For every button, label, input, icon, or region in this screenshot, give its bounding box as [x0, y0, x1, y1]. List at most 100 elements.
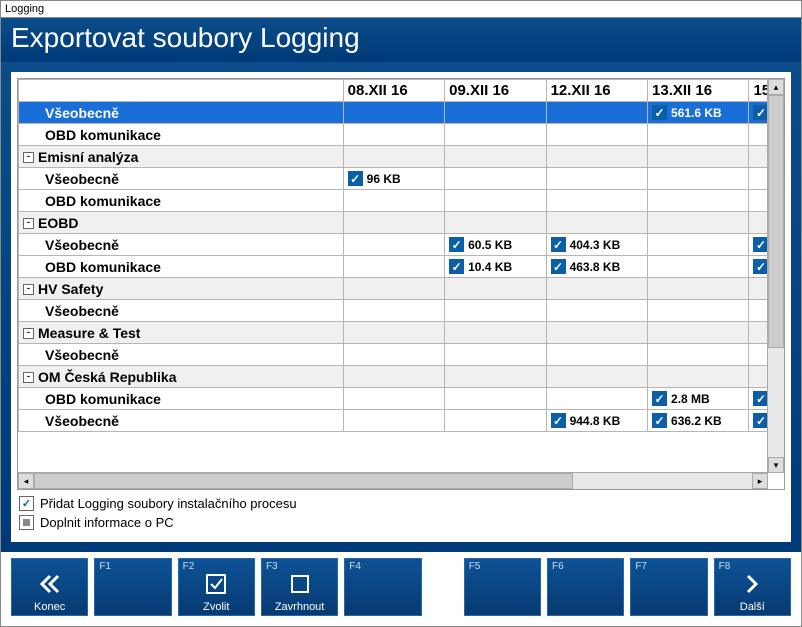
grid-cell[interactable]: ✓2.8 MB [648, 388, 749, 410]
tree-cell[interactable]: Všeobecně [19, 344, 344, 366]
grid-cell[interactable] [445, 102, 546, 124]
check-icon[interactable]: ✓ [652, 391, 667, 406]
grid-cell[interactable] [343, 212, 444, 234]
grid-cell[interactable] [648, 212, 749, 234]
grid-cell[interactable] [445, 278, 546, 300]
grid-cell[interactable] [343, 124, 444, 146]
f6-button[interactable]: F6 [547, 558, 624, 616]
vscroll-track[interactable] [768, 95, 784, 457]
grid-cell[interactable] [343, 322, 444, 344]
collapse-icon[interactable]: - [23, 218, 34, 229]
tree-cell[interactable]: -Measure & Test [19, 322, 344, 344]
table-row[interactable]: Všeobecně [19, 300, 784, 322]
grid-cell[interactable] [546, 388, 647, 410]
tree-cell[interactable]: OBD komunikace [19, 124, 344, 146]
tree-cell[interactable]: Všeobecně [19, 168, 344, 190]
check-icon[interactable]: ✓ [449, 259, 464, 274]
table-row[interactable]: -Emisní analýza [19, 146, 784, 168]
tree-cell[interactable]: -HV Safety [19, 278, 344, 300]
grid-cell[interactable] [445, 124, 546, 146]
grid-cell[interactable] [343, 146, 444, 168]
grid-cell[interactable]: ✓636.2 KB [648, 410, 749, 432]
grid-cell[interactable] [546, 344, 647, 366]
scroll-up-button[interactable]: ▴ [768, 79, 784, 95]
f4-button[interactable]: F4 [344, 558, 421, 616]
col-header-name[interactable] [19, 80, 344, 102]
table-row[interactable]: OBD komunikace [19, 124, 784, 146]
grid-cell[interactable] [343, 278, 444, 300]
grid-cell[interactable] [445, 212, 546, 234]
grid-cell[interactable] [445, 168, 546, 190]
grid-cell[interactable] [648, 322, 749, 344]
collapse-icon[interactable]: - [23, 372, 34, 383]
table-row[interactable]: Všeobecně ✓944.8 KB✓636.2 KB ✓ [19, 410, 784, 432]
table-row[interactable]: OBD komunikace✓10.4 KB✓463.8 KB✓ [19, 256, 784, 278]
grid-cell[interactable] [343, 388, 444, 410]
grid-cell[interactable] [343, 344, 444, 366]
table-row[interactable]: -Measure & Test [19, 322, 784, 344]
tree-cell[interactable]: Všeobecně [19, 410, 344, 432]
grid-cell[interactable] [648, 146, 749, 168]
grid-cell[interactable] [648, 278, 749, 300]
grid-cell[interactable] [648, 344, 749, 366]
tree-cell[interactable]: -Emisní analýza [19, 146, 344, 168]
grid-cell[interactable] [546, 102, 647, 124]
grid-cell[interactable] [445, 322, 546, 344]
grid-cell[interactable] [546, 212, 647, 234]
konec-button[interactable]: Konec [11, 558, 88, 616]
grid-cell[interactable] [343, 190, 444, 212]
scroll-down-button[interactable]: ▾ [768, 457, 784, 473]
checkbox-icon[interactable] [19, 496, 34, 511]
table-row[interactable]: Všeobecně✓561.6 KB✓ [19, 102, 784, 124]
table-row[interactable]: -OM Česká Republika [19, 366, 784, 388]
grid-cell[interactable] [445, 190, 546, 212]
check-icon[interactable]: ✓ [551, 237, 566, 252]
vscroll-thumb[interactable] [768, 95, 784, 348]
grid-cell[interactable] [445, 300, 546, 322]
grid-cell[interactable] [546, 322, 647, 344]
hscroll-track[interactable] [34, 473, 752, 489]
grid-cell[interactable] [546, 168, 647, 190]
f1-button[interactable]: F1 [94, 558, 171, 616]
f8-dalsi-button[interactable]: F8 Další [714, 558, 791, 616]
grid-cell[interactable] [546, 300, 647, 322]
grid-cell[interactable] [343, 300, 444, 322]
f2-zvolit-button[interactable]: F2 Zvolit [178, 558, 255, 616]
grid-cell[interactable] [343, 234, 444, 256]
tree-cell[interactable]: -EOBD [19, 212, 344, 234]
option-add-install-logs[interactable]: Přidat Logging soubory instalačního proc… [19, 496, 783, 511]
grid-cell[interactable] [546, 190, 647, 212]
grid-cell[interactable] [546, 124, 647, 146]
tree-cell[interactable]: Všeobecně [19, 300, 344, 322]
col-header-date[interactable]: 12.XII 16 [546, 80, 647, 102]
f3-zavrhnout-button[interactable]: F3 Zavrhnout [261, 558, 338, 616]
grid-cell[interactable] [648, 366, 749, 388]
grid-cell[interactable]: ✓561.6 KB [648, 102, 749, 124]
grid-cell[interactable] [546, 366, 647, 388]
tree-cell[interactable]: Všeobecně [19, 234, 344, 256]
grid-cell[interactable] [445, 388, 546, 410]
vertical-scrollbar[interactable]: ▴ ▾ [767, 79, 784, 473]
table-row[interactable]: Všeobecně✓60.5 KB✓404.3 KB✓ [19, 234, 784, 256]
tree-cell[interactable]: Všeobecně [19, 102, 344, 124]
table-row[interactable]: -HV Safety [19, 278, 784, 300]
grid-cell[interactable] [343, 256, 444, 278]
grid-cell[interactable] [648, 256, 749, 278]
grid-cell[interactable] [445, 410, 546, 432]
grid-cell[interactable] [648, 168, 749, 190]
grid-cell[interactable]: ✓944.8 KB [546, 410, 647, 432]
grid-cell[interactable] [546, 146, 647, 168]
check-icon[interactable]: ✓ [551, 413, 566, 428]
check-icon[interactable]: ✓ [551, 259, 566, 274]
scroll-right-button[interactable]: ▸ [752, 473, 768, 489]
tree-cell[interactable]: -OM Česká Republika [19, 366, 344, 388]
tree-cell[interactable]: OBD komunikace [19, 256, 344, 278]
table-row[interactable]: -EOBD [19, 212, 784, 234]
grid-cell[interactable] [343, 102, 444, 124]
grid-cell[interactable] [648, 234, 749, 256]
scroll-left-button[interactable]: ◂ [18, 473, 34, 489]
grid-cell[interactable] [648, 190, 749, 212]
col-header-date[interactable]: 13.XII 16 [648, 80, 749, 102]
tree-cell[interactable]: OBD komunikace [19, 190, 344, 212]
grid-cell[interactable] [445, 344, 546, 366]
